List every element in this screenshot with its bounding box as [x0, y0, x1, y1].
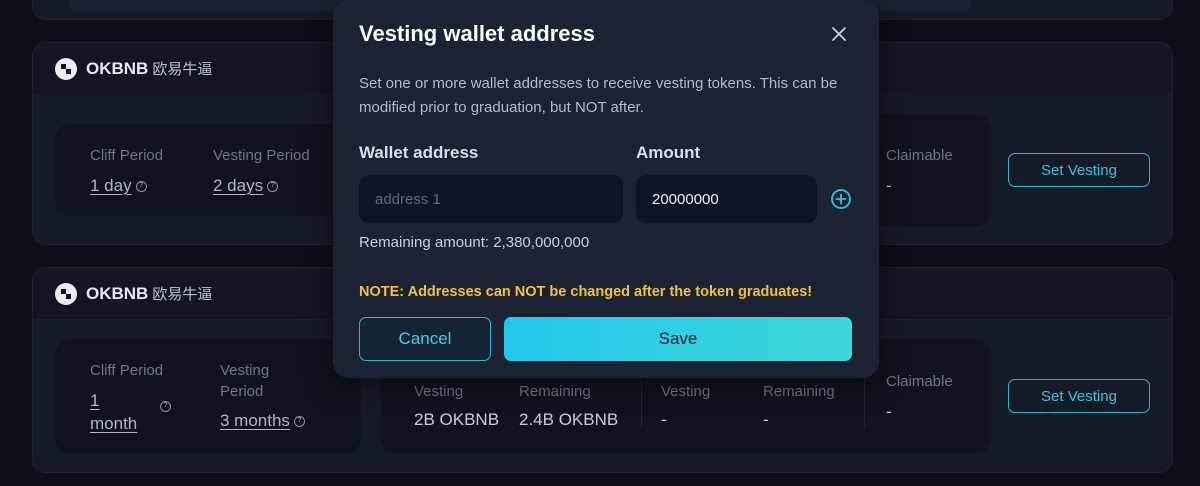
divider	[864, 369, 865, 429]
period-panel: Cliff Period 1 month ? Vesting Period 3 …	[55, 339, 361, 454]
vesting-stat-label: Vesting	[414, 383, 464, 400]
cliff-period-label: Cliff Period	[90, 147, 164, 164]
token-symbol: OKBNB	[86, 58, 149, 78]
cancel-button[interactable]: Cancel	[359, 317, 491, 361]
question-circle-icon[interactable]: ?	[267, 181, 279, 193]
okx-logo-icon	[55, 57, 77, 80]
cliff-period-value-line2[interactable]: month	[90, 412, 137, 435]
modal-title: Vesting wallet address	[359, 21, 595, 46]
amount-input[interactable]	[636, 175, 817, 223]
cliff-period-label: Cliff Period	[90, 362, 164, 379]
vesting-stat-label: Vesting	[661, 383, 711, 400]
set-vesting-button[interactable]: Set Vesting	[1008, 379, 1150, 413]
set-vesting-button[interactable]: Set Vesting	[1008, 153, 1150, 187]
remaining-stat-value: 2.4B OKBNB	[519, 410, 619, 429]
wallet-address-input[interactable]	[359, 175, 623, 223]
modal-description: Set one or more wallet addresses to rece…	[359, 75, 838, 116]
close-icon-glyph	[832, 27, 846, 41]
vesting-period-label: Vesting	[220, 362, 270, 379]
claimable-label: Claimable	[886, 147, 953, 164]
token-symbol: OKBNB	[86, 283, 149, 303]
claimable-value: -	[886, 176, 892, 195]
cliff-period-value[interactable]: 1 day?	[90, 174, 147, 197]
wallet-address-label: Wallet address	[359, 143, 479, 162]
claimable-value: -	[886, 402, 892, 421]
remaining-amount: Remaining amount: 2,380,000,000	[359, 234, 590, 251]
claimable-label: Claimable	[886, 373, 953, 390]
cliff-period-value[interactable]: 1	[90, 389, 99, 412]
okx-logo-icon	[55, 282, 77, 305]
plus-circle-icon[interactable]	[830, 188, 852, 210]
plus-circle-glyph	[831, 189, 851, 209]
vesting-period-label: Vesting Period	[213, 147, 310, 164]
question-circle-icon[interactable]: ?	[135, 181, 147, 193]
warning-note: NOTE: Addresses can NOT be changed after…	[359, 284, 813, 300]
token-name: 欧易牛逼	[152, 286, 213, 303]
vesting-stat-value: 2B OKBNB	[414, 410, 500, 429]
divider	[641, 369, 642, 429]
question-circle-icon[interactable]: ?	[293, 416, 305, 428]
amount-label: Amount	[636, 143, 701, 162]
save-button[interactable]: Save	[504, 317, 852, 361]
remaining-stat-label: Remaining	[763, 383, 835, 400]
remaining-stat-value: -	[763, 410, 769, 429]
vesting-period-value[interactable]: 2 days?	[213, 174, 279, 197]
period-panel: Cliff Period 1 day? Vesting Period 2 day…	[55, 124, 345, 216]
close-icon[interactable]	[825, 20, 853, 48]
vesting-period-label-line2: Period	[220, 383, 264, 400]
vesting-wallet-modal: Vesting wallet address Set one or more w…	[333, 0, 879, 378]
question-circle-icon[interactable]: ?	[160, 401, 171, 412]
remaining-stat-label: Remaining	[519, 383, 591, 400]
vesting-stat-value: -	[661, 410, 667, 429]
page: OKBNB 欧易牛逼 Cliff Period 1 day? Vesting P…	[0, 0, 1200, 486]
vesting-period-value[interactable]: 3 months?	[220, 409, 305, 432]
token-name: 欧易牛逼	[152, 61, 213, 78]
